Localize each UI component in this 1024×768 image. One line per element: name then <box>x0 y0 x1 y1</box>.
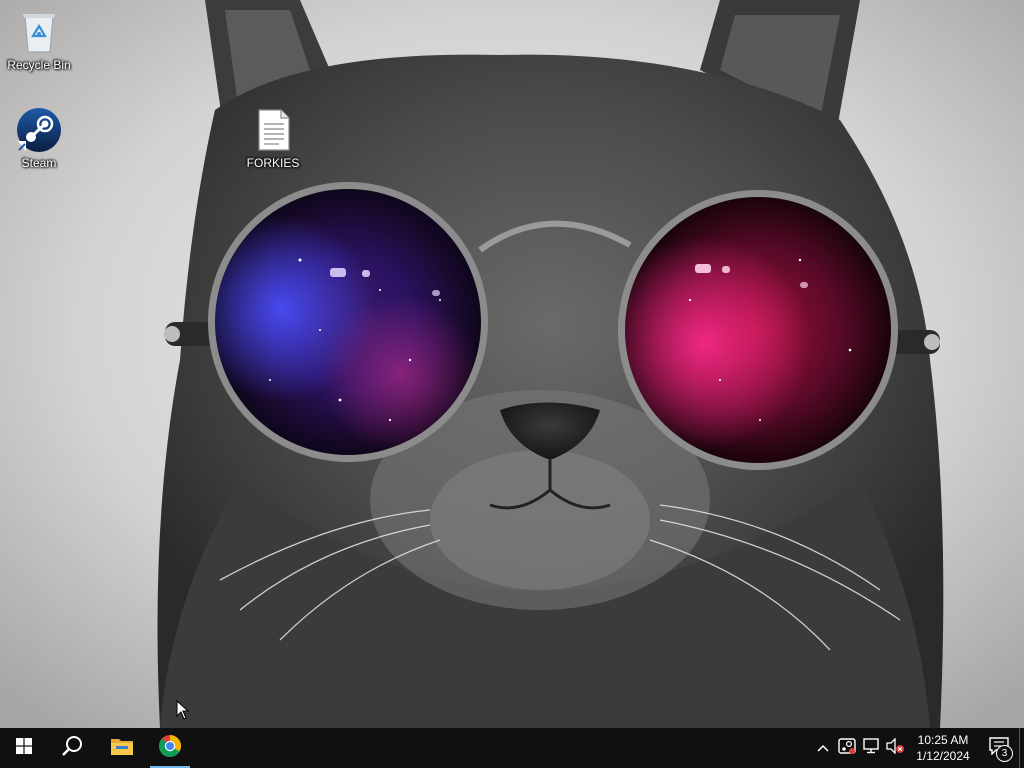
taskbar: 10:25 AM 1/12/2024 3 <box>0 728 1024 768</box>
steam-tray-icon <box>838 738 856 758</box>
network-icon <box>862 738 880 758</box>
taskbar-google-chrome[interactable] <box>146 728 194 768</box>
system-tray: 10:25 AM 1/12/2024 3 <box>811 728 1024 768</box>
chrome-icon <box>158 734 182 762</box>
desktop-icon-label: Recycle Bin <box>7 58 71 72</box>
desktop-icon-forkies[interactable]: FORKIES <box>236 106 310 170</box>
desktop-icon-label: Steam <box>21 156 57 170</box>
start-button[interactable] <box>0 728 48 768</box>
recycle-bin-icon <box>15 8 63 56</box>
tray-network[interactable] <box>859 728 883 768</box>
action-center-button[interactable]: 3 <box>979 728 1019 768</box>
desktop-wallpaper <box>0 0 1024 728</box>
tray-steam[interactable] <box>835 728 859 768</box>
folder-icon <box>110 736 134 760</box>
chevron-up-icon <box>817 740 829 756</box>
taskbar-clock[interactable]: 10:25 AM 1/12/2024 <box>907 728 979 768</box>
taskbar-file-explorer[interactable] <box>98 728 146 768</box>
clock-time: 10:25 AM <box>917 733 969 747</box>
text-file-icon <box>249 106 297 154</box>
windows-logo-icon <box>16 738 32 758</box>
notification-count-badge: 3 <box>996 745 1013 762</box>
steam-icon <box>15 106 63 154</box>
tray-volume[interactable] <box>883 728 907 768</box>
volume-muted-icon <box>885 737 905 758</box>
show-desktop-button[interactable] <box>1019 728 1024 768</box>
desktop-icon-recycle-bin[interactable]: Recycle Bin <box>2 8 76 72</box>
clock-date: 1/12/2024 <box>916 749 970 763</box>
search-icon <box>61 735 83 761</box>
mouse-cursor-icon <box>176 700 190 720</box>
desktop-icon-label: FORKIES <box>246 156 300 170</box>
show-hidden-icons-button[interactable] <box>811 728 835 768</box>
desktop-icon-steam[interactable]: Steam <box>2 106 76 170</box>
search-button[interactable] <box>48 728 96 768</box>
